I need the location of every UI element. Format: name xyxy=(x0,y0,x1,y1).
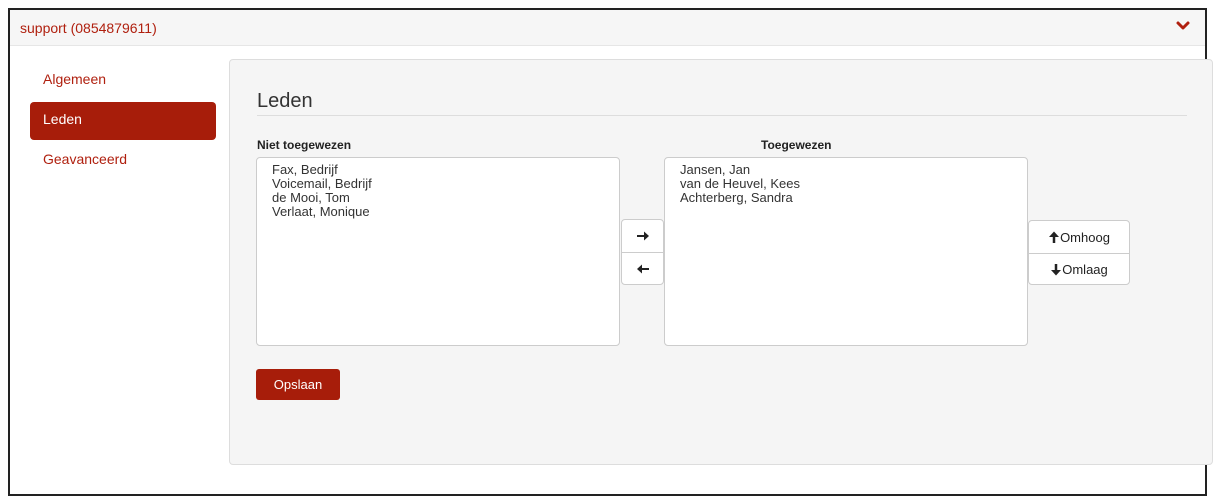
list-item[interactable]: Achterberg, Sandra xyxy=(680,191,1027,205)
assigned-label: Toegewezen xyxy=(761,138,832,152)
arrow-left-icon xyxy=(636,263,650,275)
move-right-button[interactable] xyxy=(622,220,663,252)
panel-header[interactable]: support (0854879611) xyxy=(10,10,1205,46)
unassigned-listbox[interactable]: Fax, Bedrijf Voicemail, Bedrijf de Mooi,… xyxy=(256,157,620,346)
sidebar-item-geavanceerd[interactable]: Geavanceerd xyxy=(30,142,216,180)
section-title: Leden xyxy=(257,90,313,112)
move-down-label: Omlaag xyxy=(1062,262,1108,277)
move-left-button[interactable] xyxy=(622,252,663,284)
sidebar-item-algemeen[interactable]: Algemeen xyxy=(30,62,216,100)
arrow-up-icon xyxy=(1048,231,1060,244)
list-item[interactable]: de Mooi, Tom xyxy=(272,191,619,205)
list-item[interactable]: Verlaat, Monique xyxy=(272,205,619,219)
list-item[interactable]: van de Heuvel, Kees xyxy=(680,177,1027,191)
list-item[interactable]: Voicemail, Bedrijf xyxy=(272,177,619,191)
move-down-button[interactable]: Omlaag xyxy=(1029,253,1129,284)
move-up-label: Omhoog xyxy=(1060,229,1110,245)
assigned-listbox[interactable]: Jansen, Jan van de Heuvel, Kees Achterbe… xyxy=(664,157,1028,346)
sidebar-nav: Algemeen Leden Geavanceerd xyxy=(30,62,216,182)
chevron-down-icon[interactable] xyxy=(1175,18,1191,34)
arrow-right-icon xyxy=(636,230,650,242)
order-button-group: Omhoog Omlaag xyxy=(1028,220,1130,285)
list-item[interactable]: Jansen, Jan xyxy=(680,163,1027,177)
section-divider xyxy=(257,115,1187,116)
move-up-button[interactable]: Omhoog xyxy=(1029,221,1129,253)
panel-title: support (0854879611) xyxy=(20,20,157,36)
save-button[interactable]: Opslaan xyxy=(256,369,340,400)
unassigned-label: Niet toegewezen xyxy=(257,138,352,152)
transfer-button-group xyxy=(621,219,664,285)
arrow-down-icon xyxy=(1050,263,1062,276)
content-panel: Leden Niet toegewezen Fax, Bedrijf Voice… xyxy=(229,59,1213,465)
sidebar-item-leden[interactable]: Leden xyxy=(30,102,216,140)
list-item[interactable]: Fax, Bedrijf xyxy=(272,163,619,177)
